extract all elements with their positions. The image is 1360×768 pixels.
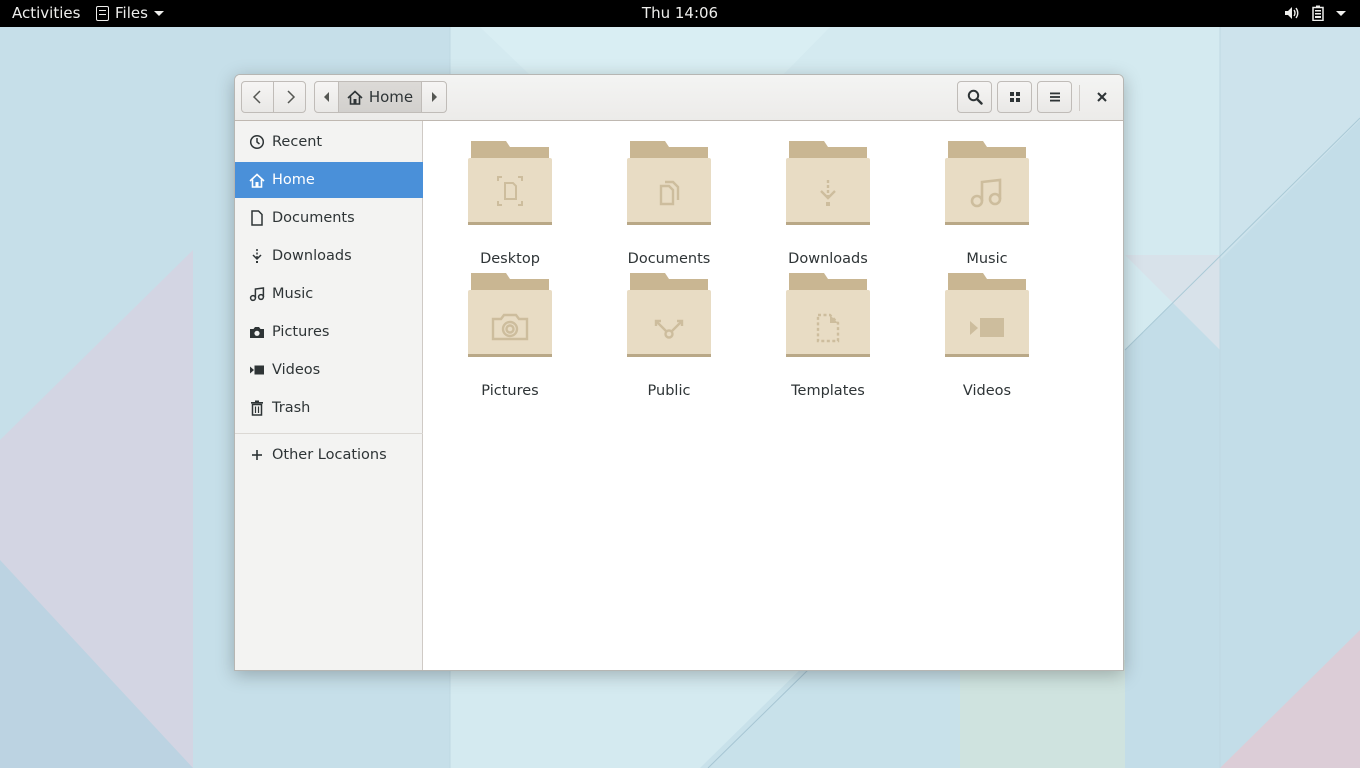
hamburger-menu-icon	[1049, 92, 1060, 102]
sidebar-item-videos[interactable]: Videos	[235, 352, 423, 388]
files-app-icon	[96, 5, 109, 21]
search-button[interactable]	[957, 81, 992, 113]
file-icon-view: Desktop Documents Downloads Music Pictur…	[423, 121, 1123, 670]
sidebar-item-documents[interactable]: Documents	[235, 200, 423, 236]
folder-label: Videos	[962, 383, 1012, 399]
sidebar-item-music[interactable]: Music	[235, 276, 423, 312]
plus-icon	[252, 450, 262, 460]
sidebar-item-label: Other Locations	[272, 447, 387, 463]
desktop-folder-icon	[468, 141, 552, 225]
arrow-right-icon	[432, 92, 437, 102]
path-home-button[interactable]: Home	[338, 81, 422, 113]
app-menu-button[interactable]: Files	[96, 4, 164, 22]
sidebar-separator	[235, 433, 423, 434]
documents-folder-icon	[627, 141, 711, 225]
downloads-folder-icon	[786, 141, 870, 225]
sidebar-item-label: Pictures	[272, 324, 330, 340]
folder-music[interactable]: Music	[922, 141, 1052, 267]
search-icon	[967, 89, 983, 105]
folder-label: Downloads	[788, 251, 868, 267]
folder-desktop[interactable]: Desktop	[445, 141, 575, 267]
top-bar: Activities Files Thu 14:06	[0, 0, 1360, 27]
clock-icon	[249, 134, 265, 150]
video-icon	[250, 365, 264, 375]
camera-icon	[250, 327, 264, 338]
folder-documents[interactable]: Documents	[604, 141, 734, 267]
path-home-label: Home	[368, 88, 414, 106]
sidebar-item-label: Music	[272, 286, 314, 302]
folder-downloads[interactable]: Downloads	[763, 141, 893, 267]
clock[interactable]: Thu 14:06	[642, 4, 718, 22]
app-menu-label: Files	[115, 4, 148, 22]
public-folder-icon	[627, 273, 711, 357]
sidebar-item-label: Home	[272, 172, 315, 188]
system-menu-arrow-icon	[1336, 10, 1346, 16]
back-button[interactable]	[241, 81, 274, 113]
sidebar-item-label: Videos	[272, 362, 321, 378]
sidebar-item-label: Documents	[272, 210, 355, 226]
folder-label: Public	[647, 383, 691, 399]
document-icon	[251, 210, 263, 226]
close-icon	[1097, 92, 1107, 102]
folder-label: Desktop	[480, 251, 540, 267]
folder-public[interactable]: Public	[604, 273, 734, 399]
path-scroll-left-button[interactable]	[314, 81, 339, 113]
grid-view-icon	[1009, 92, 1020, 102]
folder-label: Music	[966, 251, 1008, 267]
trash-icon	[251, 400, 263, 416]
music-note-icon	[249, 287, 265, 302]
header-separator	[1079, 85, 1080, 111]
videos-folder-icon	[945, 273, 1029, 357]
menu-button[interactable]	[1037, 81, 1072, 113]
system-status-area[interactable]	[1284, 5, 1346, 21]
download-icon	[252, 249, 262, 263]
folder-label: Templates	[791, 383, 865, 399]
pictures-folder-icon	[468, 273, 552, 357]
chevron-down-icon	[153, 10, 164, 16]
view-mode-button[interactable]	[997, 81, 1032, 113]
templates-folder-icon	[786, 273, 870, 357]
volume-icon	[1285, 7, 1299, 19]
home-icon	[347, 89, 363, 105]
sidebar-item-other-locations[interactable]: Other Locations	[235, 437, 423, 473]
sidebar-item-label: Downloads	[272, 248, 352, 264]
sidebar: Recent Home Documents Downloads Music Pi…	[235, 121, 423, 670]
folder-label: Documents	[627, 251, 711, 267]
arrow-left-icon	[323, 92, 329, 102]
sidebar-item-label: Recent	[272, 134, 323, 150]
sidebar-item-home[interactable]: Home	[235, 162, 423, 198]
chevron-right-icon	[286, 90, 295, 104]
forward-button[interactable]	[273, 81, 306, 113]
header-bar: Home	[235, 75, 1123, 121]
activities-button[interactable]: Activities	[12, 4, 80, 22]
chevron-left-icon	[252, 90, 261, 104]
folder-pictures[interactable]: Pictures	[445, 273, 575, 399]
music-folder-icon	[945, 141, 1029, 225]
folder-videos[interactable]: Videos	[922, 273, 1052, 399]
folder-label: Pictures	[481, 383, 539, 399]
files-window: Home Recent Home Documents Downloads Mus…	[234, 74, 1124, 671]
battery-icon	[1312, 5, 1324, 21]
home-icon	[249, 172, 265, 188]
folder-templates[interactable]: Templates	[763, 273, 893, 399]
close-button[interactable]	[1086, 81, 1118, 113]
sidebar-item-pictures[interactable]: Pictures	[235, 314, 423, 350]
sidebar-item-trash[interactable]: Trash	[235, 390, 423, 426]
sidebar-item-recent[interactable]: Recent	[235, 124, 423, 160]
sidebar-item-label: Trash	[272, 400, 311, 416]
sidebar-item-downloads[interactable]: Downloads	[235, 238, 423, 274]
path-scroll-right-button[interactable]	[421, 81, 447, 113]
